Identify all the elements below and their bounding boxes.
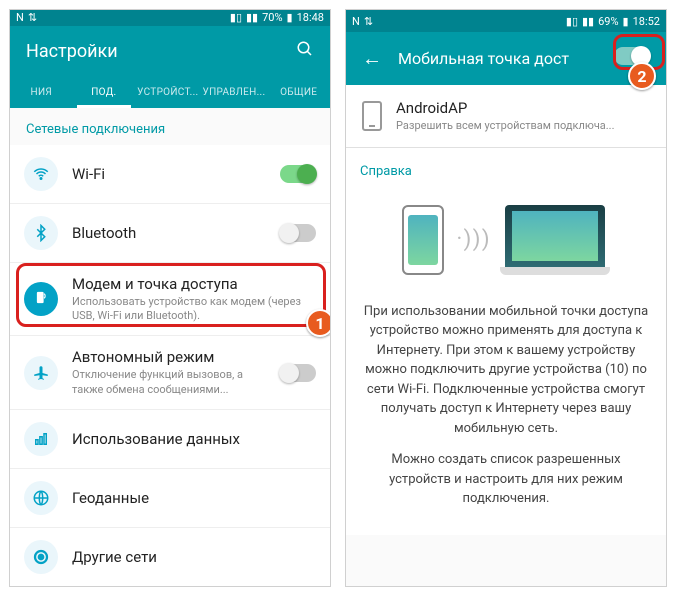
signal2-icon: ▮▮ xyxy=(246,11,258,24)
battery-icon: ▮ xyxy=(623,15,629,28)
item-tethering[interactable]: Модем и точка доступа Использовать устро… xyxy=(10,263,330,337)
phone-right: N ⇅ ▮▯ ▮▮ 69% ▮ 18:52 ← Мобильная точка … xyxy=(345,9,667,587)
globe-icon xyxy=(24,481,58,515)
bluetooth-toggle[interactable] xyxy=(280,224,316,242)
tab-0[interactable]: НИЯ xyxy=(10,77,73,108)
item-subtitle: Использовать устройство как модем (через… xyxy=(72,295,316,324)
item-other-networks[interactable]: Другие сети xyxy=(10,528,330,586)
nfc-icon: N xyxy=(16,11,24,24)
item-data-usage[interactable]: Использование данных xyxy=(10,410,330,469)
data-usage-icon xyxy=(24,422,58,456)
tab-2[interactable]: УСТРОЙСТ... xyxy=(135,77,200,108)
item-title: Модем и точка доступа xyxy=(72,275,316,293)
signal-icon: ▮▯ xyxy=(230,11,242,24)
item-title: Другие сети xyxy=(72,548,316,566)
clock: 18:48 xyxy=(297,11,324,24)
tethering-icon xyxy=(24,282,58,316)
airplane-icon xyxy=(24,356,58,390)
header: Настройки xyxy=(10,26,330,77)
battery-percent: 69% xyxy=(598,15,618,28)
annotation-badge-2: 2 xyxy=(628,62,656,90)
item-airplane[interactable]: Автономный режим Отключение функций вызо… xyxy=(10,336,330,410)
ap-item[interactable]: AndroidAP Разрешить всем устройствам под… xyxy=(346,85,666,148)
bluetooth-icon xyxy=(24,216,58,250)
status-bar: N ⇅ ▮▯ ▮▮ 70% ▮ 18:48 xyxy=(10,10,330,26)
tab-1[interactable]: ПОД. xyxy=(73,77,136,108)
battery-icon: ▮ xyxy=(287,11,293,24)
battery-percent: 70% xyxy=(262,11,282,24)
illust-phone-icon xyxy=(402,205,444,275)
more-icon xyxy=(24,540,58,574)
tab-3[interactable]: УПРАВЛЕН... xyxy=(200,77,267,108)
airplane-toggle[interactable] xyxy=(280,364,316,382)
page-title: Настройки xyxy=(26,41,118,62)
phone-left: N ⇅ ▮▯ ▮▮ 70% ▮ 18:48 Настройки НИЯ ПОД.… xyxy=(9,9,331,587)
transfer-icon: ⇅ xyxy=(28,11,37,24)
signal-icon: ▮▯ xyxy=(566,15,578,28)
back-button[interactable]: ← xyxy=(362,46,382,71)
ap-subtitle: Разрешить всем устройствам подключа... xyxy=(396,119,650,133)
illust-wifi-waves-icon: · ) ) ) xyxy=(456,223,487,256)
help-paragraph-1: При использовании мобильной точки доступ… xyxy=(360,302,652,439)
clock: 18:52 xyxy=(633,15,660,28)
illust-laptop-icon xyxy=(500,205,610,275)
tab-4[interactable]: ОБЩИЕ xyxy=(267,77,330,108)
header: ← Мобильная точка дост xyxy=(346,32,666,85)
search-button[interactable] xyxy=(296,40,314,63)
help-paragraph-2: Можно создать список разрешенных устройс… xyxy=(360,450,652,509)
search-icon xyxy=(296,40,314,58)
ap-name: AndroidAP xyxy=(396,99,650,117)
item-title: Геоданные xyxy=(72,489,316,507)
settings-list: Wi-Fi Bluetooth Модем и точка доступа Ис… xyxy=(10,145,330,586)
item-bluetooth[interactable]: Bluetooth xyxy=(10,204,330,263)
tabs: НИЯ ПОД. УСТРОЙСТ... УПРАВЛЕН... ОБЩИЕ xyxy=(10,77,330,108)
item-title: Bluetooth xyxy=(72,224,266,242)
status-bar: N ⇅ ▮▯ ▮▮ 69% ▮ 18:52 xyxy=(346,10,666,32)
item-wifi[interactable]: Wi-Fi xyxy=(10,145,330,204)
wifi-toggle[interactable] xyxy=(280,165,316,183)
help-label: Справка xyxy=(360,162,652,182)
device-icon xyxy=(362,101,382,131)
page-title: Мобильная точка дост xyxy=(398,49,569,68)
nfc-icon: N xyxy=(352,15,360,28)
help-section: Справка · ) ) ) При использовании мобиль… xyxy=(346,148,666,535)
help-illustration: · ) ) ) xyxy=(360,190,652,290)
signal2-icon: ▮▮ xyxy=(582,15,594,28)
item-subtitle: Отключение функций вызовов, а также обме… xyxy=(72,368,266,397)
transfer-icon: ⇅ xyxy=(364,15,373,28)
wifi-icon xyxy=(24,157,58,191)
annotation-badge-1: 1 xyxy=(306,309,331,337)
item-location[interactable]: Геоданные xyxy=(10,469,330,528)
item-title: Использование данных xyxy=(72,430,316,448)
item-title: Автономный режим xyxy=(72,348,266,366)
section-label: Сетевые подключения xyxy=(10,108,330,145)
item-title: Wi-Fi xyxy=(72,165,266,183)
